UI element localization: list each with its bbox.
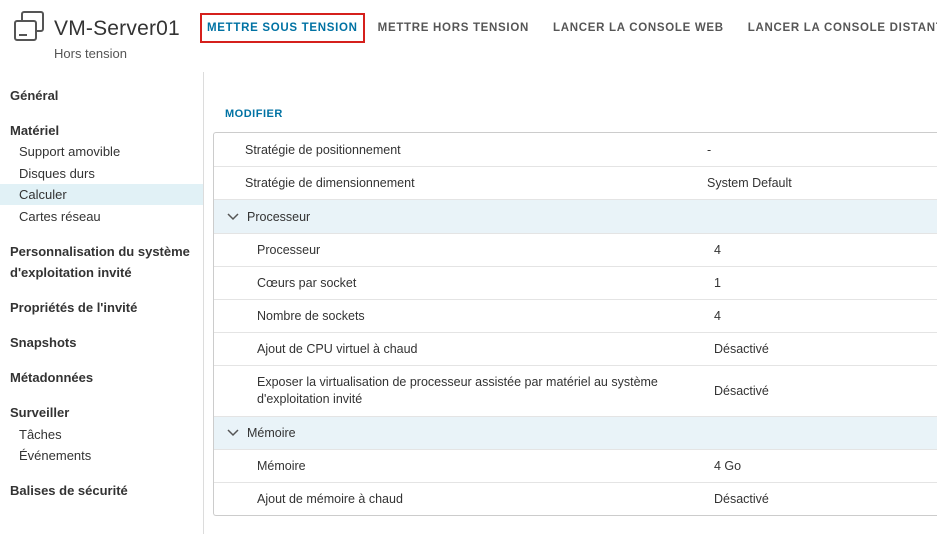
power-off-button[interactable]: METTRE HORS TENSION xyxy=(366,13,541,43)
compute-settings-grid: Stratégie de positionnement - Stratégie … xyxy=(213,132,937,516)
row-label: Stratégie de positionnement xyxy=(245,142,401,157)
table-row: Ajout de CPU virtuel à chaud Désactivé xyxy=(214,332,937,365)
sidebar-item-network-adapters[interactable]: Cartes réseau xyxy=(0,206,203,227)
vm-name-title: VM-Server01 xyxy=(54,17,180,40)
sidebar-item-events[interactable]: Événements xyxy=(0,445,203,466)
row-label: Mémoire xyxy=(257,459,306,473)
launch-remote-console-button[interactable]: LANCER LA CONSOLE DISTANTE xyxy=(736,13,937,43)
sidebar-item-label: d'exploitation invité xyxy=(10,265,132,280)
sidebar-item-metadata[interactable]: Métadonnées xyxy=(0,370,203,385)
sidebar-item-hard-disks[interactable]: Disques durs xyxy=(0,163,203,184)
sidebar-item-guest-os-customization[interactable]: Personnalisation du système d'exploitati… xyxy=(0,241,203,283)
row-value: Désactivé xyxy=(714,384,769,398)
table-row: Ajout de mémoire à chaud Désactivé xyxy=(214,482,937,515)
power-on-button[interactable]: METTRE SOUS TENSION xyxy=(200,13,365,43)
row-value: 4 Go xyxy=(714,459,742,473)
row-value: 4 xyxy=(714,243,721,257)
sidebar: Général Matériel Support amovible Disque… xyxy=(0,72,204,534)
row-label: Stratégie de dimensionnement xyxy=(245,176,415,190)
row-value: System Default xyxy=(707,176,792,190)
sidebar-item-monitor[interactable]: Surveiller xyxy=(0,405,203,420)
sidebar-item-snapshots[interactable]: Snapshots xyxy=(0,335,203,350)
row-value: Désactivé xyxy=(714,342,769,356)
table-row: Exposer la virtualisation de processeur … xyxy=(214,365,937,416)
sidebar-item-security-tags[interactable]: Balises de sécurité xyxy=(0,483,203,498)
action-bar: METTRE SOUS TENSION METTRE HORS TENSION … xyxy=(200,12,937,44)
row-label: Ajout de CPU virtuel à chaud xyxy=(257,342,418,356)
sidebar-item-tasks[interactable]: Tâches xyxy=(0,424,203,445)
row-label: Ajout de mémoire à chaud xyxy=(257,492,403,506)
edit-button[interactable]: MODIFIER xyxy=(225,108,283,120)
row-label: Exposer la virtualisation de processeur … xyxy=(214,374,707,408)
memory-group-header[interactable]: Mémoire xyxy=(214,416,937,449)
table-row: Processeur 4 xyxy=(214,233,937,266)
sidebar-item-general[interactable]: Général xyxy=(0,88,203,103)
row-label-line: d'exploitation invité xyxy=(257,392,363,406)
sidebar-item-hardware[interactable]: Matériel xyxy=(0,123,203,138)
row-value: 1 xyxy=(714,276,721,290)
table-row: Mémoire 4 Go xyxy=(214,449,937,482)
virtual-machine-icon xyxy=(12,10,46,44)
row-value: Désactivé xyxy=(714,492,769,506)
launch-web-console-button[interactable]: LANCER LA CONSOLE WEB xyxy=(541,13,736,43)
table-row: Stratégie de dimensionnement System Defa… xyxy=(214,166,937,199)
row-label: Cœurs par socket xyxy=(257,276,357,290)
chevron-down-icon[interactable] xyxy=(227,210,241,224)
sidebar-item-label: Personnalisation du système xyxy=(10,244,190,259)
sidebar-item-removable-media[interactable]: Support amovible xyxy=(0,141,203,162)
table-row: Nombre de sockets 4 xyxy=(214,299,937,332)
table-row: Stratégie de positionnement - xyxy=(214,133,937,166)
row-value: 4 xyxy=(714,309,721,323)
row-label: Processeur xyxy=(257,243,321,257)
row-label: Nombre de sockets xyxy=(257,309,365,323)
table-row: Cœurs par socket 1 xyxy=(214,266,937,299)
chevron-down-icon[interactable] xyxy=(227,426,241,440)
power-state-label: Hors tension xyxy=(54,46,127,61)
group-title: Mémoire xyxy=(247,426,296,440)
processor-group-header[interactable]: Processeur xyxy=(214,199,937,233)
row-label-line: Exposer la virtualisation de processeur … xyxy=(257,375,658,389)
sidebar-item-guest-properties[interactable]: Propriétés de l'invité xyxy=(0,300,203,315)
sidebar-item-compute[interactable]: Calculer xyxy=(0,184,203,205)
row-value: - xyxy=(707,142,712,157)
group-title: Processeur xyxy=(247,209,311,224)
